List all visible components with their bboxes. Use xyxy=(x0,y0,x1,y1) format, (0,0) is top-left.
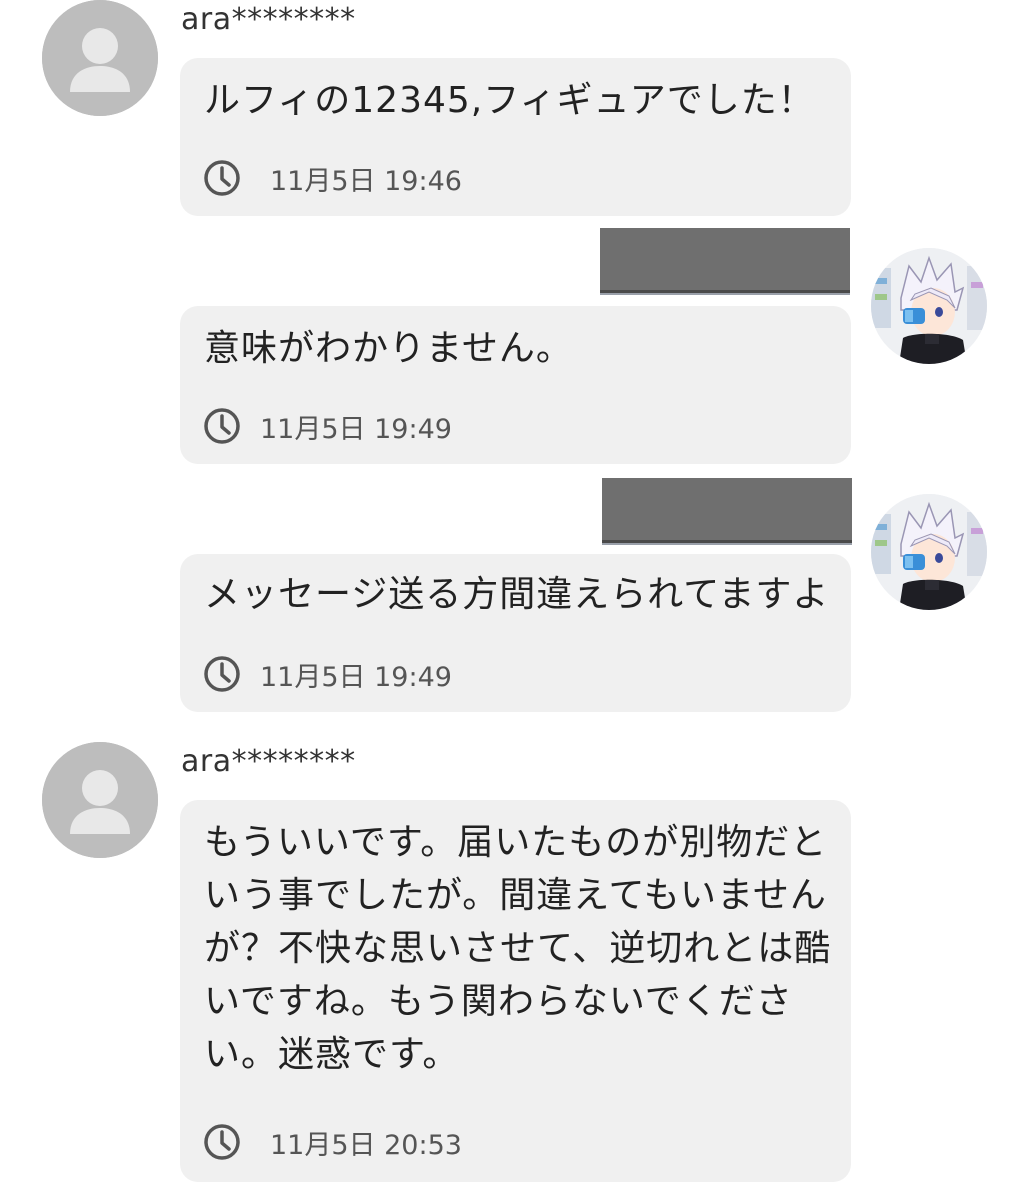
message-timestamp: 11月5日 19:46 xyxy=(270,165,462,197)
message-bubble: メッセージ送る方間違えられてますよ 11月5日 19:49 xyxy=(180,554,851,712)
person-silhouette-icon xyxy=(42,742,158,858)
message-meta: 11月5日 20:53 xyxy=(202,1122,462,1162)
message-text: ルフィの12345,フィギュアでした！ xyxy=(204,80,815,121)
sender-avatar[interactable] xyxy=(42,742,158,858)
redacted-sender-name xyxy=(600,228,850,293)
message-timestamp: 11月5日 20:53 xyxy=(270,1129,462,1161)
message-bubble: 意味がわかりません。 11月5日 19:49 xyxy=(180,306,851,464)
clock-icon xyxy=(202,158,242,198)
message-meta: 11月5日 19:46 xyxy=(202,158,462,198)
clock-icon xyxy=(202,406,242,446)
user-avatar[interactable] xyxy=(871,248,987,364)
message-text: メッセージ送る方間違えられてますよ xyxy=(204,574,830,615)
clock-icon xyxy=(202,654,242,694)
message-bubble: もういいです。届いたものが別物だと いう事でしたが。間違えてもいません が？不快… xyxy=(180,800,851,1182)
sender-username: ara******** xyxy=(181,2,356,37)
message-timestamp: 11月5日 19:49 xyxy=(260,413,452,445)
message-meta: 11月5日 19:49 xyxy=(202,406,452,446)
clock-icon xyxy=(202,1122,242,1162)
sender-avatar[interactable] xyxy=(42,0,158,116)
message-text: もういいです。届いたものが別物だと いう事でしたが。間違えてもいません が？不快… xyxy=(204,822,832,1075)
message-text: 意味がわかりません。 xyxy=(204,328,573,369)
sender-username: ara******** xyxy=(181,744,356,779)
message-bubble: ルフィの12345,フィギュアでした！ 11月5日 19:46 xyxy=(180,58,851,216)
user-avatar[interactable] xyxy=(871,494,987,610)
message-meta: 11月5日 19:49 xyxy=(202,654,452,694)
message-timestamp: 11月5日 19:49 xyxy=(260,661,452,693)
person-silhouette-icon xyxy=(42,0,158,116)
anime-character-avatar xyxy=(871,248,987,364)
anime-character-avatar xyxy=(871,494,987,610)
redacted-sender-name xyxy=(602,478,852,543)
